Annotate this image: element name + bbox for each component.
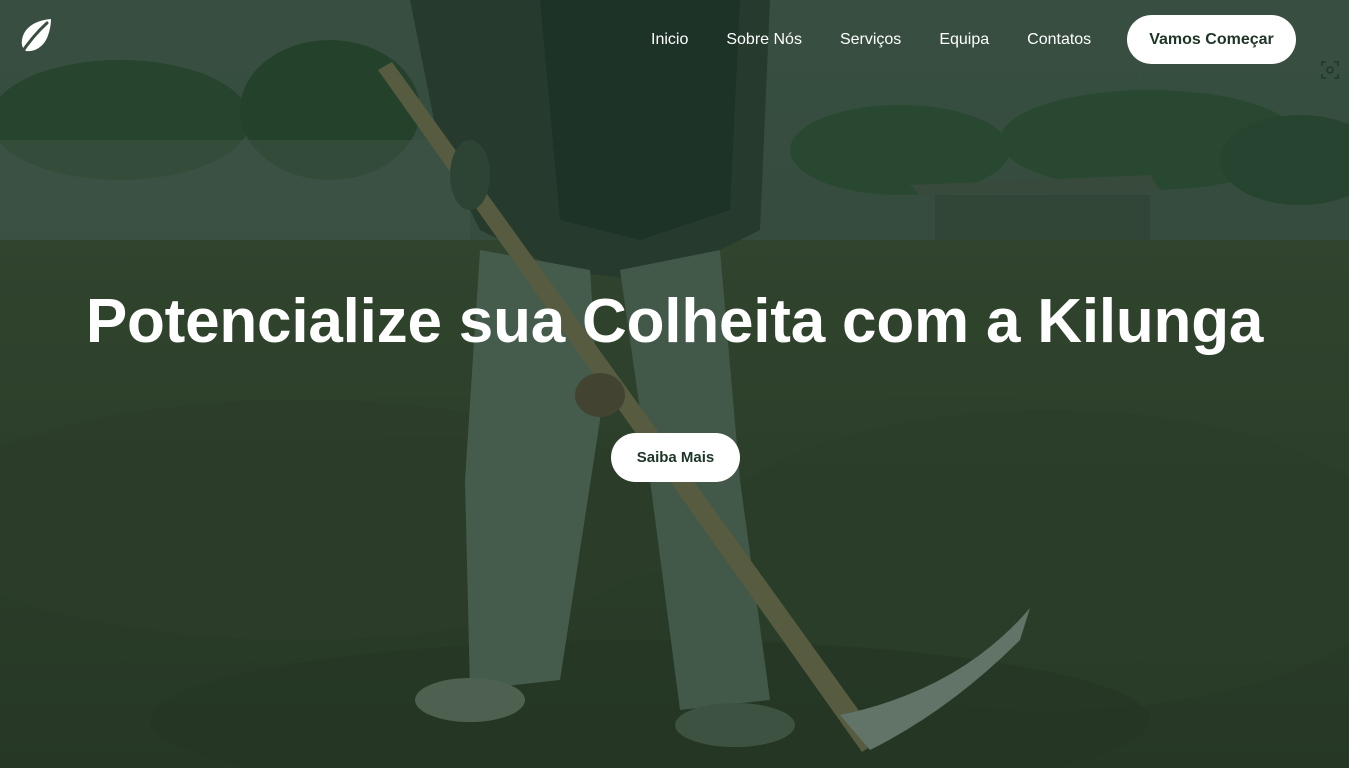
nav-link-equipa[interactable]: Equipa <box>920 15 1008 64</box>
hero-title: Potencialize sua Colheita com a Kilunga <box>85 287 1264 356</box>
leaf-icon[interactable] <box>18 18 54 57</box>
nav-links: Inicio Sobre Nós Serviços Equipa Contato… <box>632 15 1110 64</box>
screenshot-capture-icon[interactable] <box>1321 61 1339 79</box>
green-overlay <box>0 0 1349 768</box>
learn-more-button[interactable]: Saiba Mais <box>611 433 740 482</box>
nav-link-inicio[interactable]: Inicio <box>632 15 707 64</box>
nav-link-servicos[interactable]: Serviços <box>821 15 920 64</box>
get-started-button[interactable]: Vamos Começar <box>1127 15 1296 64</box>
nav-link-contatos[interactable]: Contatos <box>1008 15 1110 64</box>
nav-link-sobre-nos[interactable]: Sobre Nós <box>707 15 821 64</box>
hero-section: Inicio Sobre Nós Serviços Equipa Contato… <box>0 0 1349 768</box>
main-navbar: Inicio Sobre Nós Serviços Equipa Contato… <box>0 0 1349 79</box>
